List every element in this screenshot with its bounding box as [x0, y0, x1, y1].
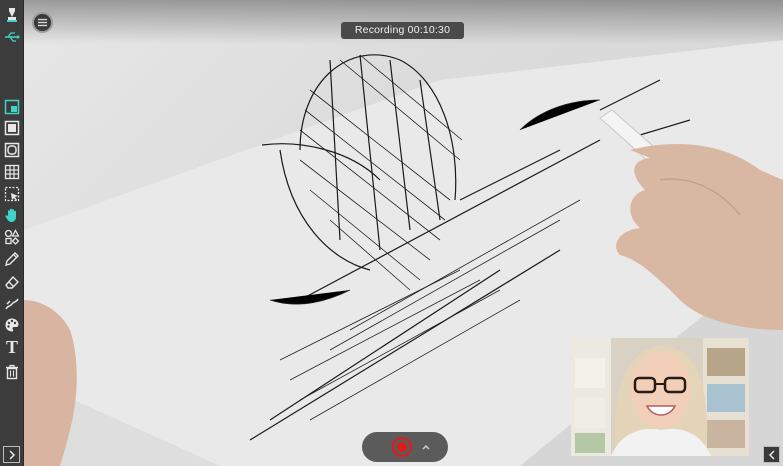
- text-icon[interactable]: T: [2, 337, 22, 357]
- chevron-up-icon[interactable]: [420, 441, 432, 453]
- eraser-icon[interactable]: [2, 272, 22, 292]
- usb-icon[interactable]: [2, 27, 22, 47]
- chevron-right-icon: [8, 449, 15, 460]
- recording-control: [362, 432, 448, 462]
- record-button[interactable]: [392, 437, 412, 457]
- pencil-icon[interactable]: [2, 249, 22, 269]
- square-icon[interactable]: [2, 118, 22, 138]
- webcam-person-image: [571, 338, 749, 456]
- collapse-right-button[interactable]: [763, 446, 780, 463]
- rounded-frame-icon[interactable]: [2, 140, 22, 160]
- chevron-left-icon: [768, 449, 775, 460]
- screen-region-icon[interactable]: [2, 97, 22, 117]
- recording-status: Recording 00:10:30: [341, 22, 464, 39]
- main-menu-button[interactable]: [32, 12, 53, 33]
- record-icon: [397, 442, 407, 452]
- selection-icon[interactable]: [2, 184, 22, 204]
- shapes-icon[interactable]: [2, 227, 22, 247]
- webcam-preview[interactable]: [571, 338, 749, 456]
- left-toolbar: T: [0, 0, 24, 466]
- grid-icon[interactable]: [2, 162, 22, 182]
- hand-icon[interactable]: [2, 205, 22, 225]
- palette-icon[interactable]: [2, 315, 22, 335]
- expand-toolbar-button[interactable]: [3, 446, 20, 463]
- brand-logo-icon[interactable]: [2, 5, 22, 25]
- drawing-canvas[interactable]: Recording 00:10:30: [0, 0, 783, 466]
- marker-icon[interactable]: [2, 293, 22, 313]
- menu-icon: [37, 18, 48, 27]
- trash-icon[interactable]: [2, 362, 22, 382]
